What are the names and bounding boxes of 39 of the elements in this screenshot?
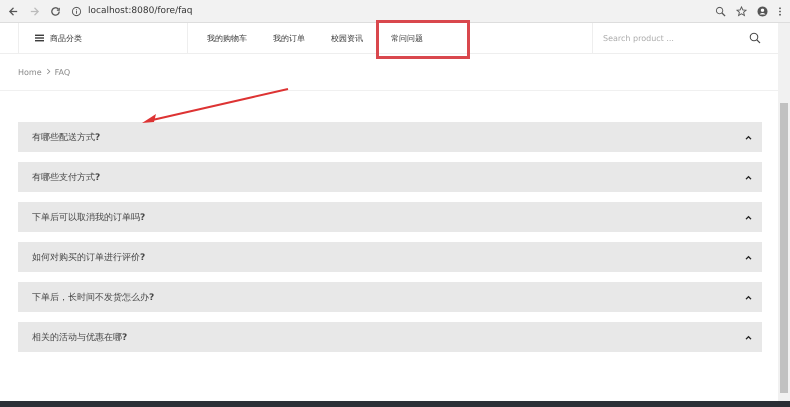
chevron-up-icon — [745, 254, 752, 260]
question-text: 有哪些配送方式? — [32, 132, 100, 144]
address-field[interactable]: localhost:8080/fore/faq — [88, 6, 193, 16]
faq-item[interactable]: 相关的活动与优惠在哪? — [18, 322, 762, 352]
faq-item[interactable]: 有哪些支付方式? — [18, 162, 762, 192]
chevron-up-icon — [745, 214, 752, 220]
chevron-up-icon — [745, 294, 752, 300]
nav-link[interactable]: 常问问题 — [376, 20, 470, 58]
info-icon[interactable] — [71, 6, 82, 16]
search-icon[interactable] — [749, 32, 761, 44]
reload-icon[interactable] — [50, 6, 61, 16]
question-text: 下单后可以取消我的订单吗? — [32, 212, 146, 224]
zoom-icon[interactable] — [715, 6, 726, 16]
question-text: 下单后，长时间不发货怎么办? — [32, 292, 154, 304]
account-icon[interactable] — [757, 6, 768, 16]
scrollbar[interactable] — [778, 23, 790, 401]
chevron-up-icon — [745, 134, 752, 140]
faq-item[interactable]: 如何对购买的订单进行评价? — [18, 242, 762, 272]
chevron-icon — [46, 68, 51, 76]
breadcrumb-current: FAQ — [54, 68, 70, 76]
faq-item[interactable]: 下单后可以取消我的订单吗? — [18, 202, 762, 232]
question-text: 如何对购买的订单进行评价? — [32, 252, 146, 264]
back-icon[interactable] — [8, 6, 19, 16]
category-label: 商品分类 — [50, 32, 82, 44]
chevron-up-icon — [745, 174, 752, 180]
chevron-up-icon — [745, 334, 752, 340]
category-menu[interactable]: 商品分类 — [18, 23, 188, 53]
menu-icon[interactable] — [778, 6, 782, 16]
breadcrumb-link[interactable]: Home — [18, 68, 42, 76]
star-icon[interactable] — [736, 6, 747, 16]
question-text: 相关的活动与优惠在哪? — [32, 332, 128, 344]
faq-item[interactable]: 有哪些配送方式? — [18, 122, 762, 152]
question-text: 有哪些支付方式? — [32, 172, 100, 184]
faq-item[interactable]: 下单后，长时间不发货怎么办? — [18, 282, 762, 312]
nav-link[interactable]: 校园资讯 — [318, 22, 376, 54]
menu-icon — [35, 34, 44, 42]
search-field[interactable]: Search product ... — [601, 32, 735, 44]
nav-link[interactable]: 我的订单 — [260, 22, 318, 54]
nav-link[interactable]: 我的购物车 — [194, 22, 260, 54]
